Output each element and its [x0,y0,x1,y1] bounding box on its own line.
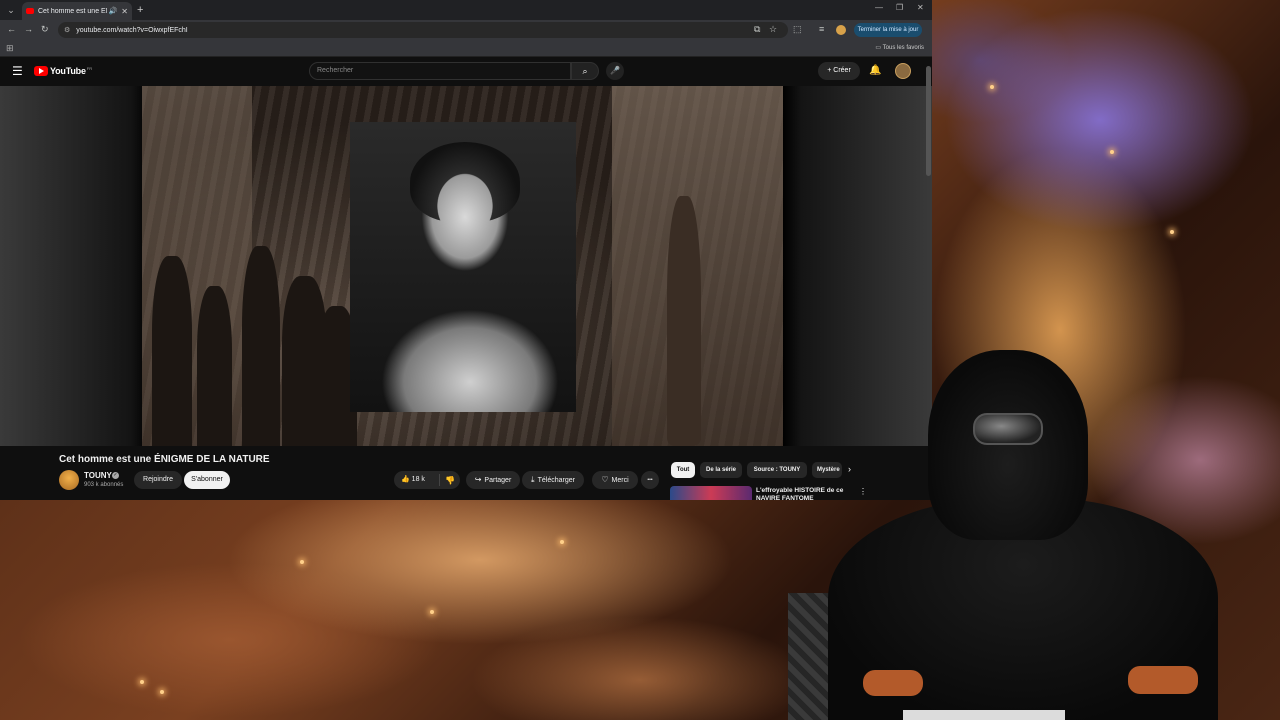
all-favorites-label: Tous les favoris [882,45,924,51]
thanks-label: Merci [611,477,629,484]
profile-avatar[interactable] [836,25,846,35]
site-info-icon[interactable]: ⚙ [64,26,70,34]
bookmark-star-icon[interactable]: ☆ [769,24,777,35]
channel-name[interactable]: TOUNY [84,471,112,480]
more-actions-button[interactable]: ••• [641,471,659,489]
glow-dot [1110,150,1114,154]
like-dislike-group: 👍 18 k 👎 [394,471,460,489]
crowd-figure [242,246,280,446]
streamer-hood [928,350,1088,540]
join-button[interactable]: Rejoindre [134,471,182,489]
page-scrollbar[interactable] [926,66,931,176]
video-title: Cet homme est une ÉNIGME DE LA NATURE [59,454,270,465]
new-tab-button[interactable]: + [137,3,143,17]
like-button[interactable]: 👍 18 k [394,474,440,486]
extensions-icon[interactable]: ⬚ [793,24,802,35]
apps-grid-icon[interactable]: ⊞ [6,43,14,54]
share-icon: ↪ [474,475,482,484]
thumbs-up-icon: 👍 [401,476,410,483]
chip-all[interactable]: Tout [671,462,695,478]
download-label: Télécharger [537,477,575,484]
maximize-icon[interactable]: ❐ [896,3,903,12]
search-icon[interactable]: ⌕ [571,62,599,80]
right-hand [1128,666,1198,694]
address-bar[interactable]: ⚙ youtube.com/watch?v=OiwxpfEFchI [58,22,788,38]
glow-dot [560,540,564,544]
chip-series[interactable]: De la série [700,462,742,478]
tab-strip: ⌄ Cet homme est une ÉNIGME DE LA NATURE … [0,0,932,20]
region-code: FR [86,65,93,71]
forward-icon[interactable]: → [24,24,33,34]
streamer-goggles [973,413,1043,445]
hamburger-icon[interactable]: ☰ [12,64,23,78]
like-count: 18 k [411,476,425,483]
channel-avatar[interactable] [59,470,79,490]
youtube-header: ☰ YouTube FR Rechercher ⌕ 🎤 + Créer 🔔 [0,57,932,86]
minimize-icon[interactable]: — [875,3,883,12]
share-label: Partager [484,477,512,484]
glow-dot [300,560,304,564]
thumbs-down-icon[interactable]: 👎 [440,476,460,485]
download-button[interactable]: ⤓ Télécharger [522,471,584,489]
youtube-play-icon [34,66,48,76]
streamer-webcam [788,348,1280,720]
crowd-figure [152,256,192,446]
browser-toolbar: ← → ↻ ⚙ youtube.com/watch?v=OiwxpfEFchI … [0,20,932,40]
create-button[interactable]: + Créer [818,62,860,80]
bell-icon[interactable]: 🔔 [869,65,881,76]
tab-search-button[interactable]: ⌄ [4,3,18,17]
browser-tab[interactable]: Cet homme est une ÉNIGME DE LA NATURE 🔊 … [22,2,132,20]
keyboard [903,710,1065,720]
create-label: Créer [833,67,851,74]
reading-list-icon[interactable]: ≡ [819,24,824,34]
subscribe-button[interactable]: S'abonner [184,471,230,489]
glow-dot [430,610,434,614]
reload-icon[interactable]: ↻ [41,24,49,35]
youtube-logo[interactable]: YouTube FR [34,66,92,76]
verified-icon: ✓ [112,472,119,479]
url-text: youtube.com/watch?v=OiwxpfEFchI [76,26,188,34]
crowd-figure [197,286,232,446]
bookmarks-bar: ⊞ ▭ Tous les favoris [0,40,932,57]
thanks-button[interactable]: ♡ Merci [592,471,638,489]
update-button[interactable]: Terminer la mise à jour [854,23,922,37]
speaker-icon[interactable]: 🔊 [109,7,118,15]
portrait-hair [410,142,520,222]
recommended-thumbnail[interactable] [670,486,752,500]
all-favorites-folder[interactable]: ▭ Tous les favoris [875,44,924,51]
left-hand [863,670,923,696]
subscriber-count: 903 k abonnés [84,482,124,488]
close-tab-icon[interactable]: ✕ [121,7,128,16]
tab-title: Cet homme est une ÉNIGME DE LA NATURE [38,7,107,15]
account-avatar[interactable] [895,63,911,79]
portrait-image [350,122,576,412]
lamp-post [667,196,701,446]
close-window-icon[interactable]: ✕ [917,3,924,12]
video-frame[interactable] [142,86,783,446]
share-button[interactable]: ↪ Partager [466,471,520,489]
back-icon[interactable]: ← [7,24,16,34]
mic-icon[interactable]: 🎤 [606,62,624,80]
heart-dollar-icon: ♡ [601,475,609,484]
download-icon: ⤓ [531,475,535,484]
search-input[interactable]: Rechercher [309,62,571,80]
glow-dot [160,690,164,694]
glow-dot [140,680,144,684]
glow-dot [990,85,994,89]
youtube-favicon-icon [26,8,34,14]
youtube-logo-text: YouTube [50,66,86,76]
glow-dot [1170,230,1174,234]
cast-icon[interactable]: ⧉ [754,24,760,35]
